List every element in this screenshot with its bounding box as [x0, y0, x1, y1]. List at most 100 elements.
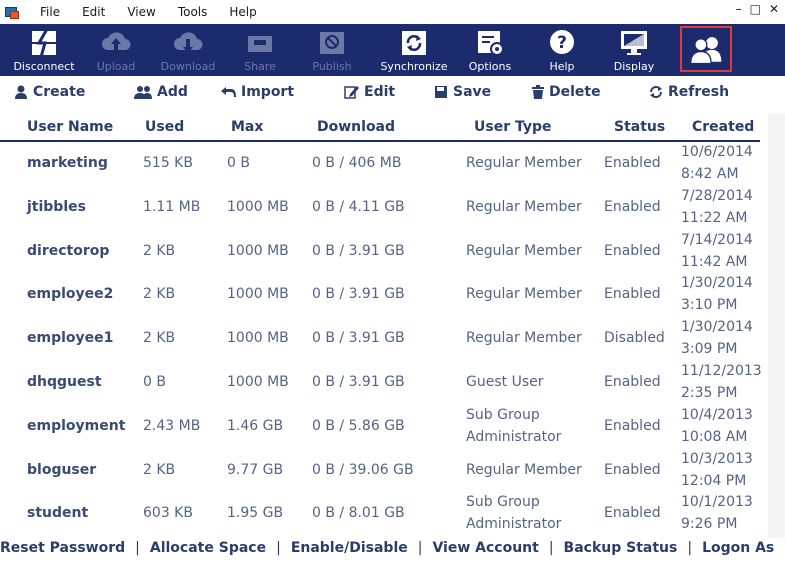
cell-user-type: Regular Member — [466, 461, 582, 478]
footer-link-allocate-space[interactable]: Allocate Space — [150, 540, 266, 556]
cell-used: 515 KB — [143, 155, 193, 171]
table-scrollbar[interactable] — [768, 114, 785, 538]
cell-used: 2 KB — [143, 242, 176, 259]
app-logo-icon — [4, 4, 20, 20]
users-button[interactable] — [680, 26, 732, 72]
table-row[interactable]: bloguser 2 KB 9.77 GB 0 B / 39.06 GB Regular… — [0, 450, 785, 494]
table-row[interactable]: employee1 2 KB 1000 MB 0 B / 3.91 GB Regular… — [0, 318, 785, 362]
cell-user-type-line2: Administrator — [466, 428, 562, 445]
footer-separator: | — [276, 540, 281, 556]
import-arrow-icon — [221, 87, 236, 97]
cell-status: Enabled — [604, 198, 661, 215]
import-label: Import — [241, 84, 295, 100]
cell-user-name: employee1 — [27, 330, 114, 347]
cell-download: 0 B / 4.11 GB — [312, 198, 405, 215]
add-users-icon — [134, 86, 152, 99]
options-button[interactable]: Options — [452, 24, 528, 76]
maximize-button[interactable]: □ — [750, 2, 761, 16]
upload-button[interactable]: Upload — [88, 24, 144, 76]
sync-icon — [397, 28, 431, 58]
minimize-button[interactable]: – — [736, 2, 742, 16]
column-header-status[interactable]: Status — [614, 119, 665, 135]
cell-user-name: directorop — [27, 242, 110, 259]
cell-user-name: dhqguest — [27, 374, 102, 390]
cell-max: 0 B — [227, 155, 250, 171]
table-row[interactable]: jtibbles 1.11 MB 1000 MB 0 B / 4.11 GB Regul… — [0, 187, 785, 231]
download-button[interactable]: Download — [144, 24, 232, 76]
cell-used: 2 KB — [143, 286, 176, 303]
column-header-user-name[interactable]: User Name — [27, 119, 113, 135]
cell-created-time: 10:08 AM — [681, 428, 748, 445]
table-row[interactable]: employment 2.43 MB 1.46 GB 0 B / 5.86 GB Sub… — [0, 406, 785, 450]
table-row[interactable]: dhqguest 0 B 1000 MB 0 B / 3.91 GB Guest Use… — [0, 362, 785, 406]
close-button[interactable]: ✕ — [769, 2, 779, 16]
column-header-user-type[interactable]: User Type — [474, 119, 552, 135]
import-button[interactable]: Import — [220, 84, 294, 100]
menu-view[interactable]: View — [127, 5, 155, 19]
cell-used: 2 KB — [143, 461, 176, 478]
refresh-button[interactable]: Refresh — [649, 84, 729, 100]
create-button[interactable]: Create — [14, 84, 85, 100]
delete-label: Delete — [549, 84, 601, 100]
footer-link-backup-status[interactable]: Backup Status — [564, 540, 678, 556]
footer-link-reset-password[interactable]: Reset Password — [0, 540, 125, 556]
menu-tools[interactable]: Tools — [178, 5, 208, 19]
cell-user-name: jtibbles — [27, 198, 86, 215]
window-controls: – □ ✕ — [736, 2, 779, 16]
create-user-icon — [15, 85, 27, 99]
cell-used: 2.43 MB — [143, 417, 201, 434]
synchronize-button[interactable]: Synchronize — [376, 24, 452, 76]
display-button[interactable]: Display — [596, 24, 672, 76]
share-button[interactable]: Share — [232, 24, 288, 76]
menu-bar: File Edit View Tools Help – □ ✕ — [0, 0, 785, 24]
footer-separator: | — [687, 540, 693, 556]
cell-used: 1.11 MB — [143, 198, 201, 215]
edit-button[interactable]: Edit — [344, 84, 395, 100]
footer-link-enable-disable[interactable]: Enable/Disable — [291, 540, 408, 556]
column-header-max[interactable]: Max — [231, 119, 263, 135]
help-button[interactable]: ? Help — [528, 24, 596, 76]
footer-link-view-account[interactable]: View Account — [432, 540, 538, 556]
cell-user-name: marketing — [27, 155, 108, 171]
cell-used: 2 KB — [143, 330, 176, 347]
cell-user-name: student — [27, 505, 89, 522]
help-icon: ? — [545, 28, 579, 58]
table-row[interactable]: directorop 2 KB 1000 MB 0 B / 3.91 GB Regula… — [0, 231, 785, 275]
publish-button[interactable]: Publish — [288, 24, 376, 76]
footer-link-logon-as[interactable]: Logon As — [702, 540, 774, 556]
cell-created-date: 10/4/2013 — [681, 406, 753, 423]
save-button[interactable]: Save — [434, 84, 491, 100]
cell-status: Enabled — [604, 417, 661, 434]
cell-created-time: 12:04 PM — [681, 472, 747, 489]
share-icon — [243, 28, 277, 58]
cell-max: 1000 MB — [227, 330, 289, 347]
menu-help[interactable]: Help — [229, 5, 256, 19]
cell-max: 1000 MB — [227, 374, 289, 390]
menu-file[interactable]: File — [40, 5, 60, 19]
user-action-bar: Create Add Import Edit Save Delete Refre… — [0, 80, 785, 108]
cell-status: Enabled — [604, 286, 661, 303]
cell-max: 1000 MB — [227, 198, 289, 215]
cell-status: Enabled — [604, 155, 661, 171]
cell-download: 0 B / 3.91 GB — [312, 242, 405, 259]
menu-edit[interactable]: Edit — [82, 5, 105, 19]
table-row[interactable]: employee2 2 KB 1000 MB 0 B / 3.91 GB Regular… — [0, 274, 785, 318]
footer-separator: | — [135, 540, 140, 556]
table-row[interactable]: student 603 KB 1.95 GB 0 B / 8.01 GB Sub Gro… — [0, 493, 785, 537]
refresh-label: Refresh — [668, 84, 730, 100]
publish-label: Publish — [312, 60, 352, 73]
cell-user-type: Regular Member — [466, 198, 582, 215]
cell-download: 0 B / 8.01 GB — [312, 505, 405, 522]
add-button[interactable]: Add — [134, 84, 188, 100]
column-header-used[interactable]: Used — [145, 119, 184, 135]
disconnect-button[interactable]: Disconnect — [0, 24, 88, 76]
options-gear-icon — [473, 28, 507, 58]
display-monitor-icon — [617, 28, 651, 58]
share-label: Share — [244, 60, 276, 73]
cell-created-date: 10/1/2013 — [681, 494, 753, 511]
user-table-header: User Name Used Max Download User Type St… — [0, 114, 760, 142]
column-header-download[interactable]: Download — [317, 119, 395, 135]
column-header-created[interactable]: Created — [692, 119, 754, 135]
delete-button[interactable]: Delete — [532, 84, 601, 100]
table-row[interactable]: marketing 515 KB 0 B 0 B / 406 MB Regular Me… — [0, 143, 785, 187]
